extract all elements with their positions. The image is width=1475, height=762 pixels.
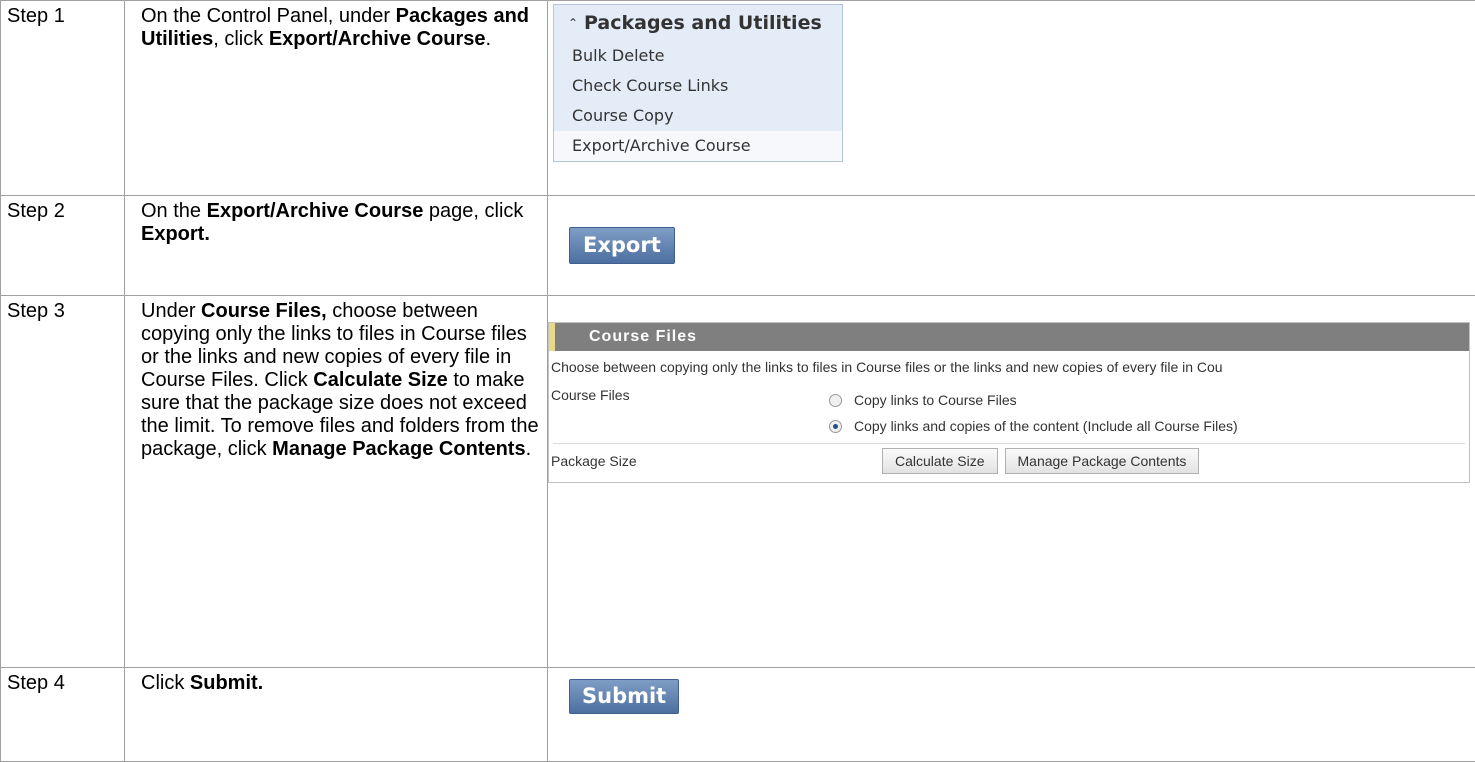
- calculate-size-button[interactable]: Calculate Size: [882, 448, 998, 474]
- step-row-1: Step 1 On the Control Panel, under Packa…: [1, 1, 1475, 196]
- step-instruction: On the Export/Archive Course page, click…: [125, 196, 547, 246]
- menu-item-check-course-links[interactable]: Check Course Links: [554, 71, 842, 101]
- step-row-4: Step 4 Click Submit. Submit: [1, 668, 1475, 762]
- course-files-options: Copy links to Course Files Copy links an…: [829, 387, 1238, 439]
- double-chevron-up-icon[interactable]: ⌃: [568, 16, 584, 30]
- course-files-row: Course Files Copy links to Course Files …: [549, 381, 1469, 439]
- course-files-panel: Course Files Choose between copying only…: [548, 322, 1470, 483]
- menu-header[interactable]: ⌃ Packages and Utilities: [554, 5, 842, 41]
- step-instruction: On the Control Panel, under Packages and…: [125, 1, 547, 51]
- step-row-2: Step 2 On the Export/Archive Course page…: [1, 196, 1475, 296]
- menu-title: Packages and Utilities: [584, 12, 822, 34]
- package-size-label: Package Size: [551, 453, 882, 469]
- step-number: Step 1: [1, 1, 124, 28]
- export-button[interactable]: Export: [569, 227, 675, 264]
- menu-item-bulk-delete[interactable]: Bulk Delete: [554, 41, 842, 71]
- radio-copy-content[interactable]: [829, 420, 842, 433]
- package-size-row: Package Size Calculate Size Manage Packa…: [549, 444, 1469, 482]
- menu-item-export-archive[interactable]: Export/Archive Course: [554, 131, 842, 161]
- packages-utilities-menu: ⌃ Packages and Utilities Bulk Delete Che…: [553, 4, 843, 162]
- step-number: Step 4: [1, 668, 124, 695]
- option-label: Copy links to Course Files: [854, 392, 1017, 408]
- panel-header: Course Files: [549, 323, 1469, 351]
- option-copy-links[interactable]: Copy links to Course Files: [829, 387, 1238, 413]
- panel-description: Choose between copying only the links to…: [549, 351, 1469, 381]
- menu-item-course-copy[interactable]: Course Copy: [554, 101, 842, 131]
- manage-package-contents-button[interactable]: Manage Package Contents: [1005, 448, 1200, 474]
- step-number: Step 3: [1, 296, 124, 323]
- step-instruction: Click Submit.: [125, 668, 547, 695]
- step-row-3: Step 3 Under Course Files, choose betwee…: [1, 296, 1475, 668]
- step-instruction: Under Course Files, choose between copyi…: [125, 296, 547, 461]
- option-copy-content[interactable]: Copy links and copies of the content (In…: [829, 413, 1238, 439]
- steps-table: Step 1 On the Control Panel, under Packa…: [0, 0, 1475, 762]
- radio-copy-links[interactable]: [829, 394, 842, 407]
- option-label: Copy links and copies of the content (In…: [854, 418, 1238, 434]
- submit-button[interactable]: Submit: [569, 679, 679, 714]
- course-files-label: Course Files: [551, 387, 829, 439]
- step-number: Step 2: [1, 196, 124, 223]
